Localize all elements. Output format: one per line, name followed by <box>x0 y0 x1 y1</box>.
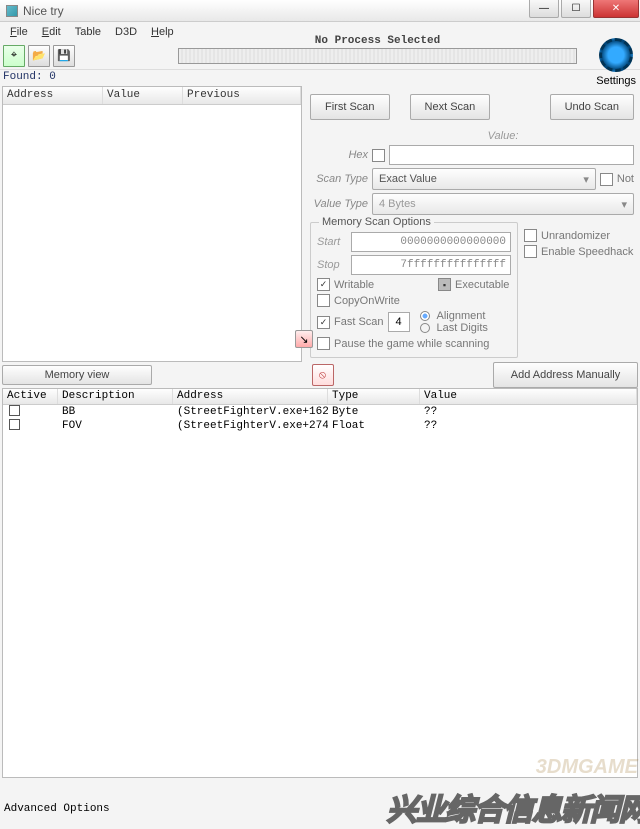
results-list[interactable]: Address Value Previous <box>2 86 302 362</box>
copyonwrite-checkbox[interactable] <box>317 294 330 307</box>
expand-icon[interactable]: ↘ <box>295 330 313 348</box>
memory-view-button[interactable]: Memory view <box>2 365 152 385</box>
menu-table[interactable]: Table <box>69 24 107 40</box>
active-checkbox[interactable] <box>9 419 20 430</box>
process-label: No Process Selected <box>315 35 440 47</box>
fastscan-input[interactable] <box>388 312 410 332</box>
undo-scan-button[interactable]: Undo Scan <box>550 94 634 120</box>
pause-checkbox[interactable] <box>317 337 330 350</box>
process-bar: No Process Selected <box>178 48 577 64</box>
col-address2[interactable]: Address <box>173 389 328 404</box>
next-scan-button[interactable]: Next Scan <box>410 94 491 120</box>
not-label: Not <box>617 173 634 185</box>
lastdigits-label: Last Digits <box>437 322 488 334</box>
menu-edit[interactable]: Edit <box>36 24 67 40</box>
writable-label: Writable <box>334 279 434 291</box>
col-address[interactable]: Address <box>3 87 103 104</box>
advanced-options[interactable]: Advanced Options <box>4 803 110 815</box>
col-active[interactable]: Active <box>3 389 58 404</box>
address-table[interactable]: Active Description Address Type Value BB… <box>2 388 638 778</box>
minimize-button[interactable]: — <box>529 0 559 18</box>
scan-panel: First Scan Next Scan Undo Scan Value: He… <box>304 84 640 364</box>
scantype-label: Scan Type <box>310 173 368 185</box>
results-headers: Address Value Previous <box>3 87 301 105</box>
first-scan-button[interactable]: First Scan <box>310 94 390 120</box>
menu-file[interactable]: File <box>4 24 34 40</box>
settings-button[interactable]: Settings <box>596 38 636 87</box>
window-title: Nice try <box>23 4 528 18</box>
table-row[interactable]: BB (StreetFighterV.exe+162556a) Byte ?? <box>3 405 637 419</box>
valuetype-select[interactable]: 4 Bytes <box>372 193 634 215</box>
clear-icon[interactable]: ⦸ <box>312 364 334 386</box>
lastdigits-radio[interactable] <box>420 323 430 333</box>
executable-label: Executable <box>455 279 509 291</box>
alignment-radio[interactable] <box>420 311 430 321</box>
memopts-title: Memory Scan Options <box>319 216 434 228</box>
col-type[interactable]: Type <box>328 389 420 404</box>
app-icon <box>6 5 18 17</box>
watermark-logo: 3DMGAME <box>536 756 638 779</box>
start-input[interactable] <box>351 232 511 252</box>
speedhack-label: Enable Speedhack <box>541 246 633 258</box>
pause-label: Pause the game while scanning <box>334 338 489 350</box>
stop-input[interactable] <box>351 255 511 275</box>
col-previous[interactable]: Previous <box>183 87 301 104</box>
col-value[interactable]: Value <box>103 87 183 104</box>
hex-label: Hex <box>310 149 368 161</box>
open-file-button[interactable]: 📂 <box>28 45 50 67</box>
writable-checkbox[interactable]: ✓ <box>317 278 330 291</box>
fastscan-checkbox[interactable]: ✓ <box>317 316 330 329</box>
value-input[interactable] <box>389 145 634 165</box>
value-label: Value: <box>372 130 634 142</box>
copyonwrite-label: CopyOnWrite <box>334 295 400 307</box>
open-process-button[interactable]: ⌖ <box>3 45 25 67</box>
hex-checkbox[interactable] <box>372 149 385 162</box>
titlebar: Nice try — ☐ ✕ <box>0 0 640 22</box>
gear-icon <box>599 38 633 72</box>
save-button[interactable]: 💾 <box>53 45 75 67</box>
unrandomizer-label: Unrandomizer <box>541 230 610 242</box>
table-row[interactable]: FOV (StreetFighterV.exe+274B9C0) Float ?… <box>3 419 637 433</box>
scantype-select[interactable]: Exact Value <box>372 168 596 190</box>
menu-d3d[interactable]: D3D <box>109 24 143 40</box>
menu-help[interactable]: Help <box>145 24 180 40</box>
fastscan-label: Fast Scan <box>334 316 384 328</box>
col-description[interactable]: Description <box>58 389 173 404</box>
active-checkbox[interactable] <box>9 405 20 416</box>
speedhack-checkbox[interactable] <box>524 245 537 258</box>
valuetype-label: Value Type <box>310 198 368 210</box>
start-label: Start <box>317 236 347 248</box>
col-value2[interactable]: Value <box>420 389 637 404</box>
not-checkbox[interactable] <box>600 173 613 186</box>
found-count: Found: 0 <box>0 70 640 84</box>
alignment-label: Alignment <box>437 310 486 322</box>
unrandomizer-checkbox[interactable] <box>524 229 537 242</box>
watermark-text: 兴业综合信息新闻网 <box>387 785 640 829</box>
add-address-button[interactable]: Add Address Manually <box>493 362 638 388</box>
stop-label: Stop <box>317 259 347 271</box>
toolbar: ⌖ 📂 💾 No Process Selected <box>0 42 640 70</box>
close-button[interactable]: ✕ <box>593 0 639 18</box>
maximize-button[interactable]: ☐ <box>561 0 591 18</box>
executable-checkbox[interactable]: ▪ <box>438 278 451 291</box>
